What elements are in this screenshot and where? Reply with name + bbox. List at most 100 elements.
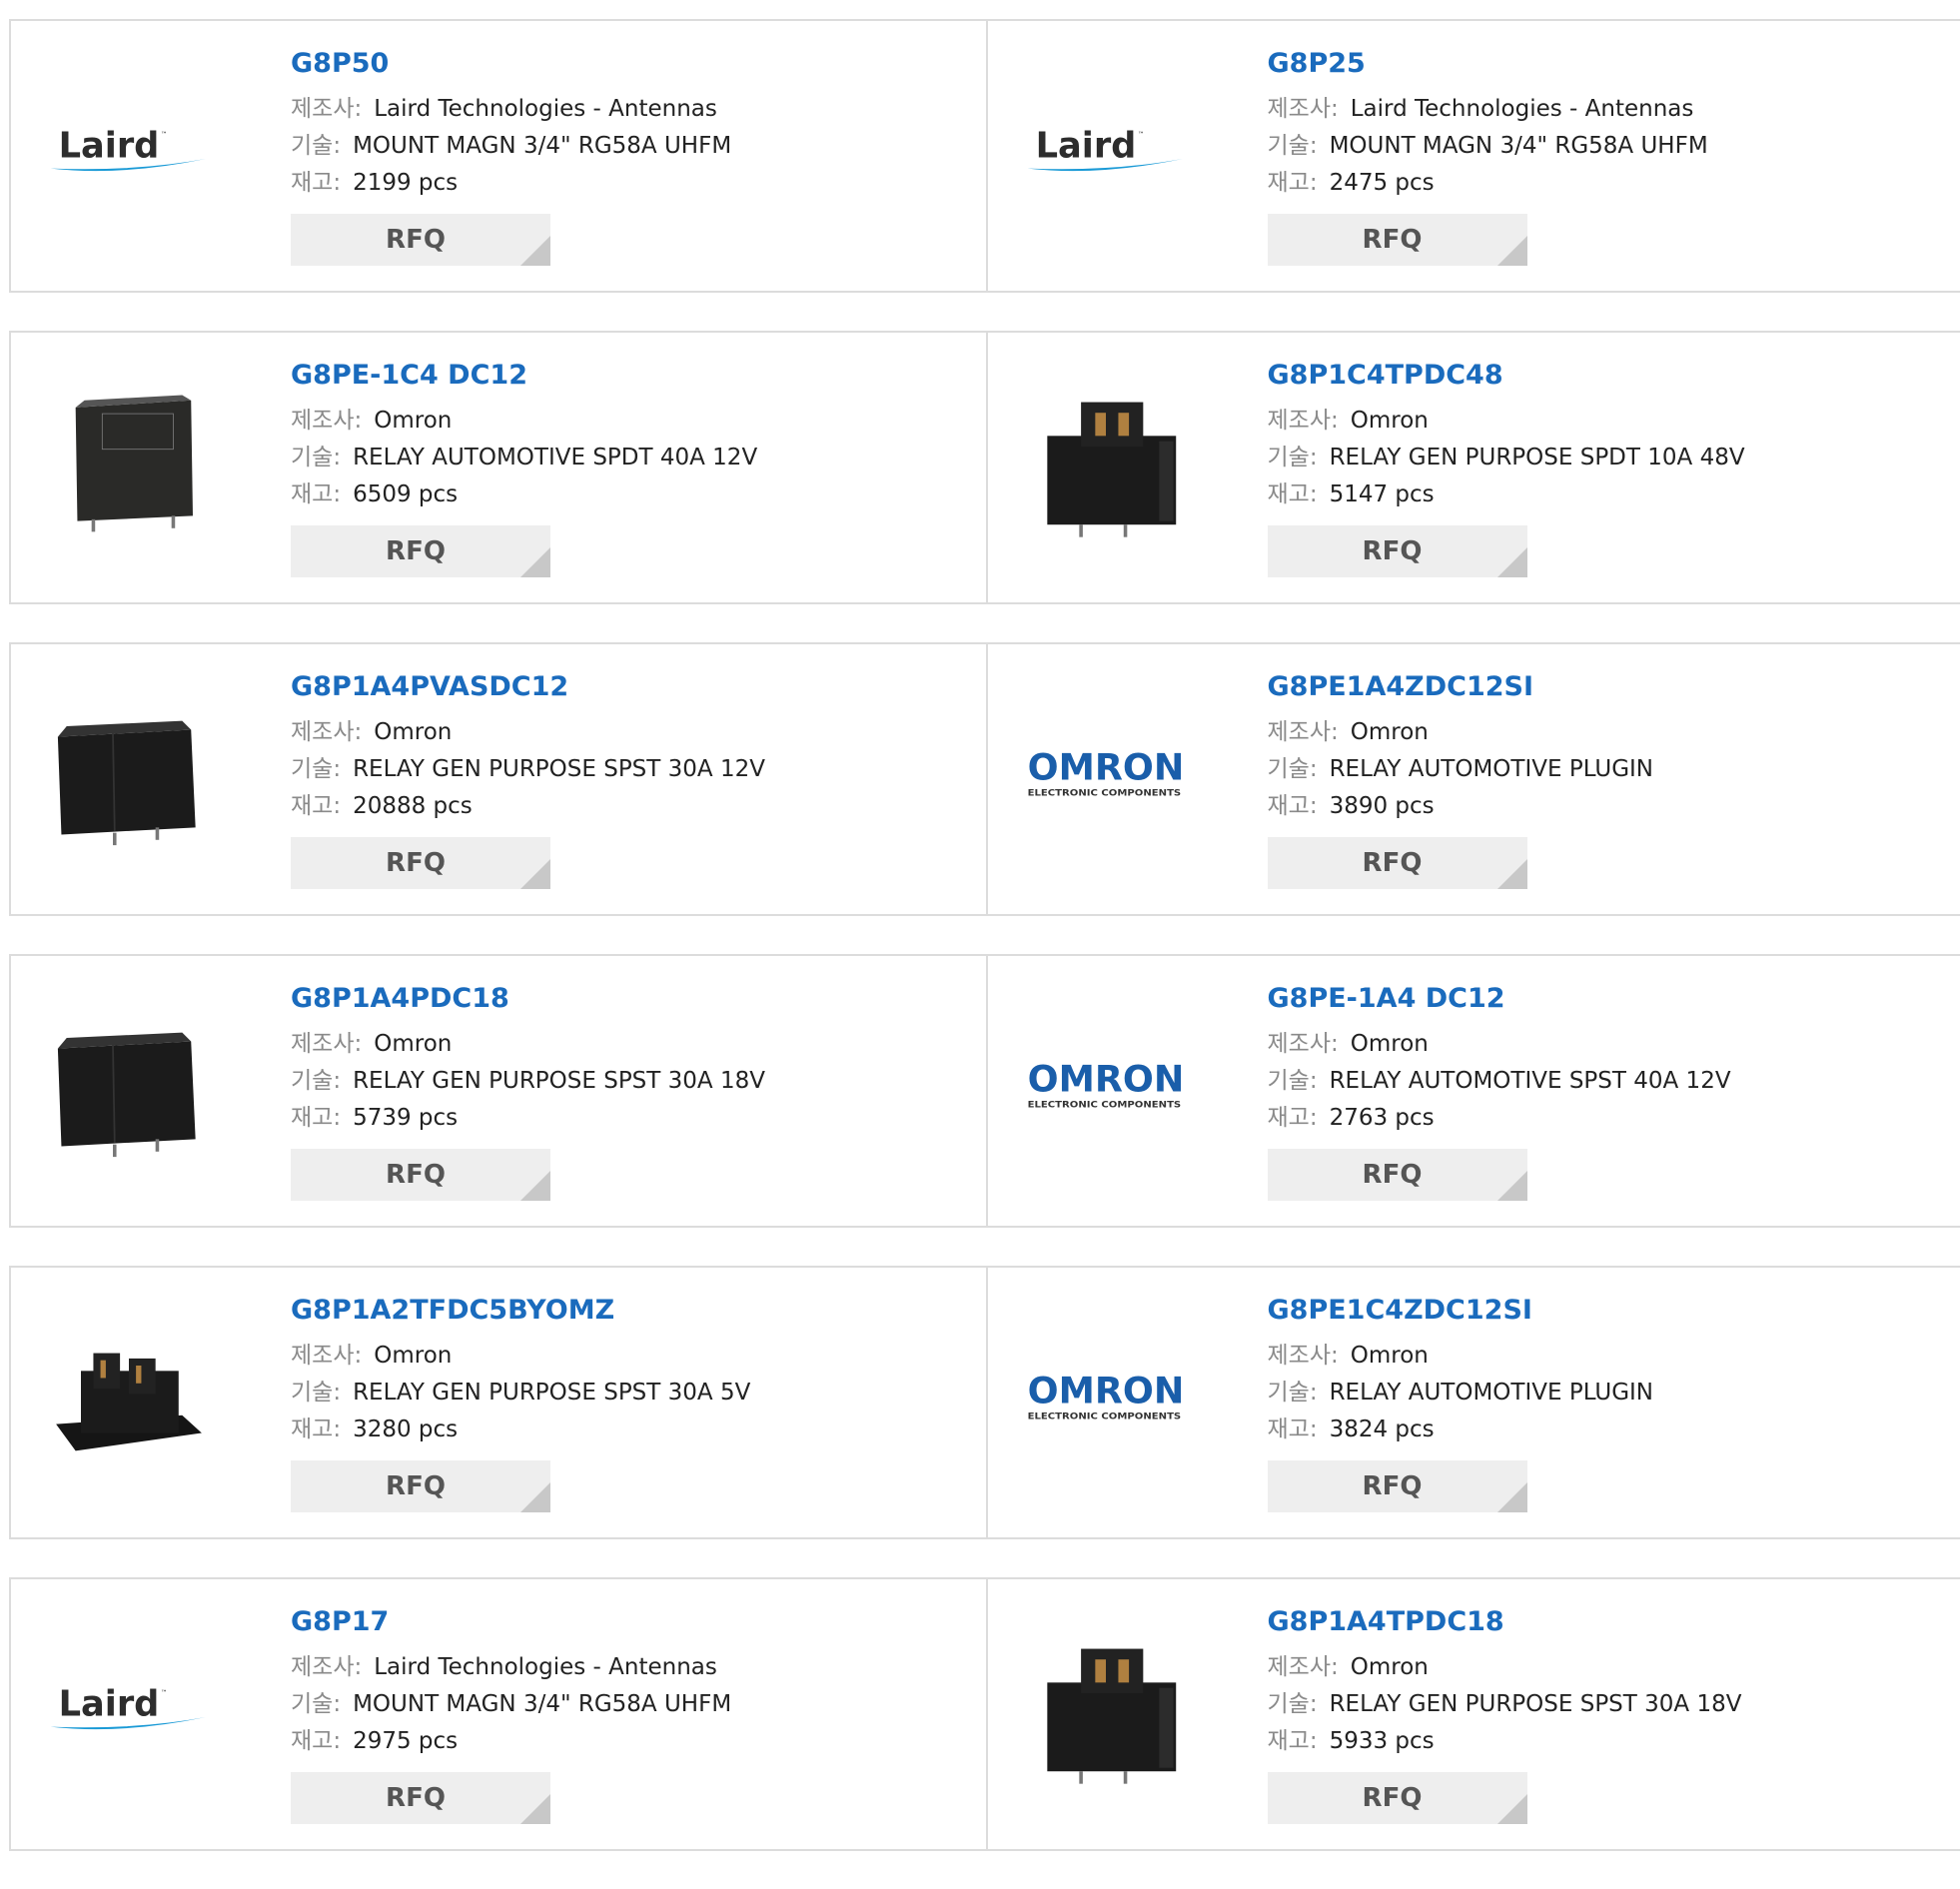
rfq-button[interactable]: RFQ <box>291 1149 550 1201</box>
product-thumbnail[interactable] <box>1026 1629 1186 1789</box>
stock-value: 3280 pcs <box>353 1417 458 1442</box>
stock-label: 재고: <box>291 793 341 819</box>
description-label: 기술: <box>291 1691 341 1717</box>
manufacturer-line: 제조사:Omron <box>1268 1026 1731 1063</box>
product-info: G8P1A4PDC18제조사:Omron기술:RELAY GEN PURPOSE… <box>291 982 765 1201</box>
description-value: RELAY GEN PURPOSE SPST 30A 18V <box>1330 1691 1742 1717</box>
rfq-button-label: RFQ <box>386 1160 446 1190</box>
part-number-link[interactable]: G8P1A4TPDC18 <box>1268 1605 1504 1639</box>
rfq-button[interactable]: RFQ <box>1268 1149 1527 1201</box>
rfq-button[interactable]: RFQ <box>1268 214 1527 266</box>
stock-line: 재고:5933 pcs <box>1268 1723 1742 1760</box>
product-photo <box>1026 373 1186 552</box>
product-info: G8P50제조사:Laird Technologies - Antennas기술… <box>291 47 731 266</box>
stock-value: 20888 pcs <box>353 793 473 819</box>
description-value: MOUNT MAGN 3/4" RG58A UHFM <box>353 133 731 159</box>
product-card: G8P1C4TPDC48제조사:Omron기술:RELAY GEN PURPOS… <box>986 333 1960 602</box>
rfq-button-label: RFQ <box>1363 848 1423 878</box>
description-line: 기술:RELAY GEN PURPOSE SPDT 10A 48V <box>1268 440 1745 476</box>
stock-value: 5739 pcs <box>353 1105 458 1131</box>
stock-label: 재고: <box>1268 1417 1318 1442</box>
stock-line: 재고:2975 pcs <box>291 1723 731 1760</box>
part-number-link[interactable]: G8PE1C4ZDC12SI <box>1268 1294 1532 1328</box>
product-thumbnail[interactable] <box>49 694 209 854</box>
description-line: 기술:RELAY AUTOMOTIVE SPST 40A 12V <box>1268 1063 1731 1100</box>
manufacturer-label: 제조사: <box>1268 719 1339 745</box>
part-number-link[interactable]: G8P1A4PDC18 <box>291 982 509 1016</box>
rfq-corner-triangle <box>1497 547 1527 577</box>
laird-logo: Laird™ <box>1026 111 1186 191</box>
product-thumbnail[interactable]: Laird™ <box>49 71 209 231</box>
product-thumbnail[interactable]: Laird™ <box>49 1629 209 1789</box>
rfq-button[interactable]: RFQ <box>291 837 550 889</box>
description-line: 기술:RELAY AUTOMOTIVE SPDT 40A 12V <box>291 440 757 476</box>
description-label: 기술: <box>1268 1380 1318 1406</box>
rfq-corner-triangle <box>520 1794 550 1824</box>
product-thumbnail[interactable] <box>49 383 209 542</box>
part-number-link[interactable]: G8P25 <box>1268 47 1366 81</box>
product-info: G8P17제조사:Laird Technologies - Antennas기술… <box>291 1605 731 1824</box>
part-number-link[interactable]: G8PE1A4ZDC12SI <box>1268 670 1534 704</box>
manufacturer-value: Omron <box>374 1343 452 1369</box>
rfq-button[interactable]: RFQ <box>291 214 550 266</box>
part-number-link[interactable]: G8P17 <box>291 1605 389 1639</box>
product-info: G8PE1A4ZDC12SI제조사:Omron기술:RELAY AUTOMOTI… <box>1268 670 1654 889</box>
stock-line: 재고:2475 pcs <box>1268 165 1708 202</box>
manufacturer-label: 제조사: <box>291 719 362 745</box>
svg-text:™: ™ <box>1138 131 1144 139</box>
stock-value: 5147 pcs <box>1330 481 1435 507</box>
rfq-corner-triangle <box>520 859 550 889</box>
rfq-corner-triangle <box>520 547 550 577</box>
rfq-button[interactable]: RFQ <box>1268 837 1527 889</box>
rfq-button[interactable]: RFQ <box>1268 525 1527 577</box>
description-label: 기술: <box>1268 133 1318 159</box>
product-thumbnail[interactable]: OMRONELECTRONIC COMPONENTS <box>1026 694 1186 854</box>
stock-label: 재고: <box>291 1417 341 1442</box>
omron-logo-text: OMRON <box>1027 1058 1184 1101</box>
manufacturer-value: Omron <box>1351 1343 1429 1369</box>
product-info: G8PE1C4ZDC12SI제조사:Omron기술:RELAY AUTOMOTI… <box>1268 1294 1654 1512</box>
description-value: RELAY GEN PURPOSE SPST 30A 18V <box>353 1068 765 1094</box>
rfq-button-label: RFQ <box>386 1471 446 1501</box>
rfq-button[interactable]: RFQ <box>1268 1772 1527 1824</box>
manufacturer-line: 제조사:Laird Technologies - Antennas <box>1268 91 1708 128</box>
part-number-link[interactable]: G8P1C4TPDC48 <box>1268 359 1503 393</box>
manufacturer-value: Omron <box>1351 1031 1429 1057</box>
description-line: 기술:RELAY GEN PURPOSE SPST 30A 18V <box>1268 1686 1742 1723</box>
stock-label: 재고: <box>1268 1105 1318 1131</box>
rfq-button[interactable]: RFQ <box>291 525 550 577</box>
stock-label: 재고: <box>291 1728 341 1754</box>
manufacturer-label: 제조사: <box>291 1343 362 1369</box>
manufacturer-label: 제조사: <box>1268 1343 1339 1369</box>
part-number-link[interactable]: G8PE-1A4 DC12 <box>1268 982 1505 1016</box>
manufacturer-line: 제조사:Omron <box>291 714 765 751</box>
part-number-link[interactable]: G8PE-1C4 DC12 <box>291 359 527 393</box>
product-photo <box>49 1308 209 1487</box>
part-number-link[interactable]: G8P1A4PVASDC12 <box>291 670 568 704</box>
product-thumbnail[interactable]: OMRONELECTRONIC COMPONENTS <box>1026 1006 1186 1166</box>
product-thumbnail[interactable] <box>49 1318 209 1477</box>
product-info: G8P1A4TPDC18제조사:Omron기술:RELAY GEN PURPOS… <box>1268 1605 1742 1824</box>
description-value: RELAY GEN PURPOSE SPST 30A 12V <box>353 756 765 782</box>
rfq-button[interactable]: RFQ <box>1268 1460 1527 1512</box>
laird-logo: Laird™ <box>49 1669 209 1749</box>
stock-value: 3824 pcs <box>1330 1417 1435 1442</box>
product-card: G8PE-1C4 DC12제조사:Omron기술:RELAY AUTOMOTIV… <box>11 333 986 602</box>
product-card: OMRONELECTRONIC COMPONENTS G8PE-1A4 DC12 제… <box>986 956 1960 1226</box>
stock-line: 재고:5147 pcs <box>1268 476 1745 513</box>
rfq-button[interactable]: RFQ <box>291 1460 550 1512</box>
product-thumbnail[interactable] <box>1026 383 1186 542</box>
product-thumbnail[interactable]: OMRONELECTRONIC COMPONENTS <box>1026 1318 1186 1477</box>
description-line: 기술:RELAY GEN PURPOSE SPST 30A 5V <box>291 1375 750 1412</box>
product-card: G8P1A2TFDC5BYOMZ 제조사: Omron 기술:RELAY GEN PU… <box>11 1268 986 1537</box>
rfq-button[interactable]: RFQ <box>291 1772 550 1824</box>
rfq-button-label: RFQ <box>386 1783 446 1813</box>
description-label: 기술: <box>1268 445 1318 471</box>
part-number-link[interactable]: G8P50 <box>291 47 389 81</box>
product-thumbnail[interactable] <box>49 1006 209 1166</box>
stock-label: 재고: <box>291 1105 341 1131</box>
product-row: Laird™ G8P17제조사:Laird Technologies - Ante… <box>9 1577 1960 1851</box>
description-line: 기술:RELAY GEN PURPOSE SPST 30A 18V <box>291 1063 765 1100</box>
product-thumbnail[interactable]: Laird™ <box>1026 71 1186 231</box>
part-number-link[interactable]: G8P1A2TFDC5BYOMZ <box>291 1294 614 1328</box>
